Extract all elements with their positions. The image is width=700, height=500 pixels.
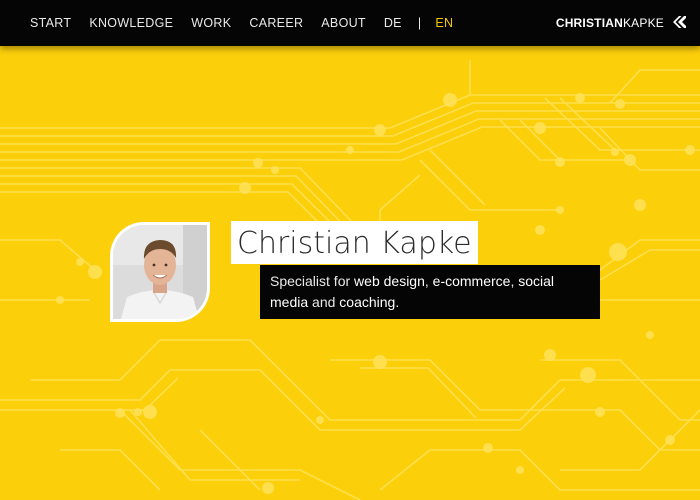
nav-knowledge[interactable]: KNOWLEDGE bbox=[89, 16, 173, 30]
tagline-suffix: . bbox=[395, 294, 400, 310]
profile-avatar bbox=[110, 222, 210, 322]
nav-career[interactable]: CAREER bbox=[249, 16, 303, 30]
main-nav: START KNOWLEDGE WORK CAREER ABOUT DE | E… bbox=[30, 0, 471, 46]
nav-work[interactable]: WORK bbox=[191, 16, 231, 30]
tagline-sep: , bbox=[424, 273, 433, 289]
lang-de[interactable]: DE bbox=[384, 16, 402, 30]
brand-logo-link[interactable]: CHRISTIAN KAPKE bbox=[556, 0, 686, 46]
profile-tagline: Specialist for web design, e-commerce, s… bbox=[260, 265, 600, 319]
nav-start[interactable]: START bbox=[30, 16, 71, 30]
tagline-web-design: web design bbox=[354, 273, 425, 289]
tagline-prefix: Specialist for bbox=[270, 273, 355, 289]
tagline-ecommerce: e-commerce bbox=[432, 273, 511, 289]
tagline-coaching: coaching bbox=[339, 294, 396, 310]
lang-en[interactable]: EN bbox=[435, 16, 453, 30]
brand-last-name: KAPKE bbox=[622, 16, 664, 30]
portrait-photo bbox=[113, 225, 207, 319]
tagline-and: and bbox=[308, 294, 340, 310]
nav-about[interactable]: ABOUT bbox=[321, 16, 366, 30]
ck-logo-icon bbox=[672, 15, 686, 32]
profile-name: Christian Kapke bbox=[231, 221, 478, 264]
brand-first-name: CHRISTIAN bbox=[555, 16, 623, 30]
lang-separator: | bbox=[417, 16, 422, 30]
top-navigation-bar: START KNOWLEDGE WORK CAREER ABOUT DE | E… bbox=[0, 0, 700, 46]
